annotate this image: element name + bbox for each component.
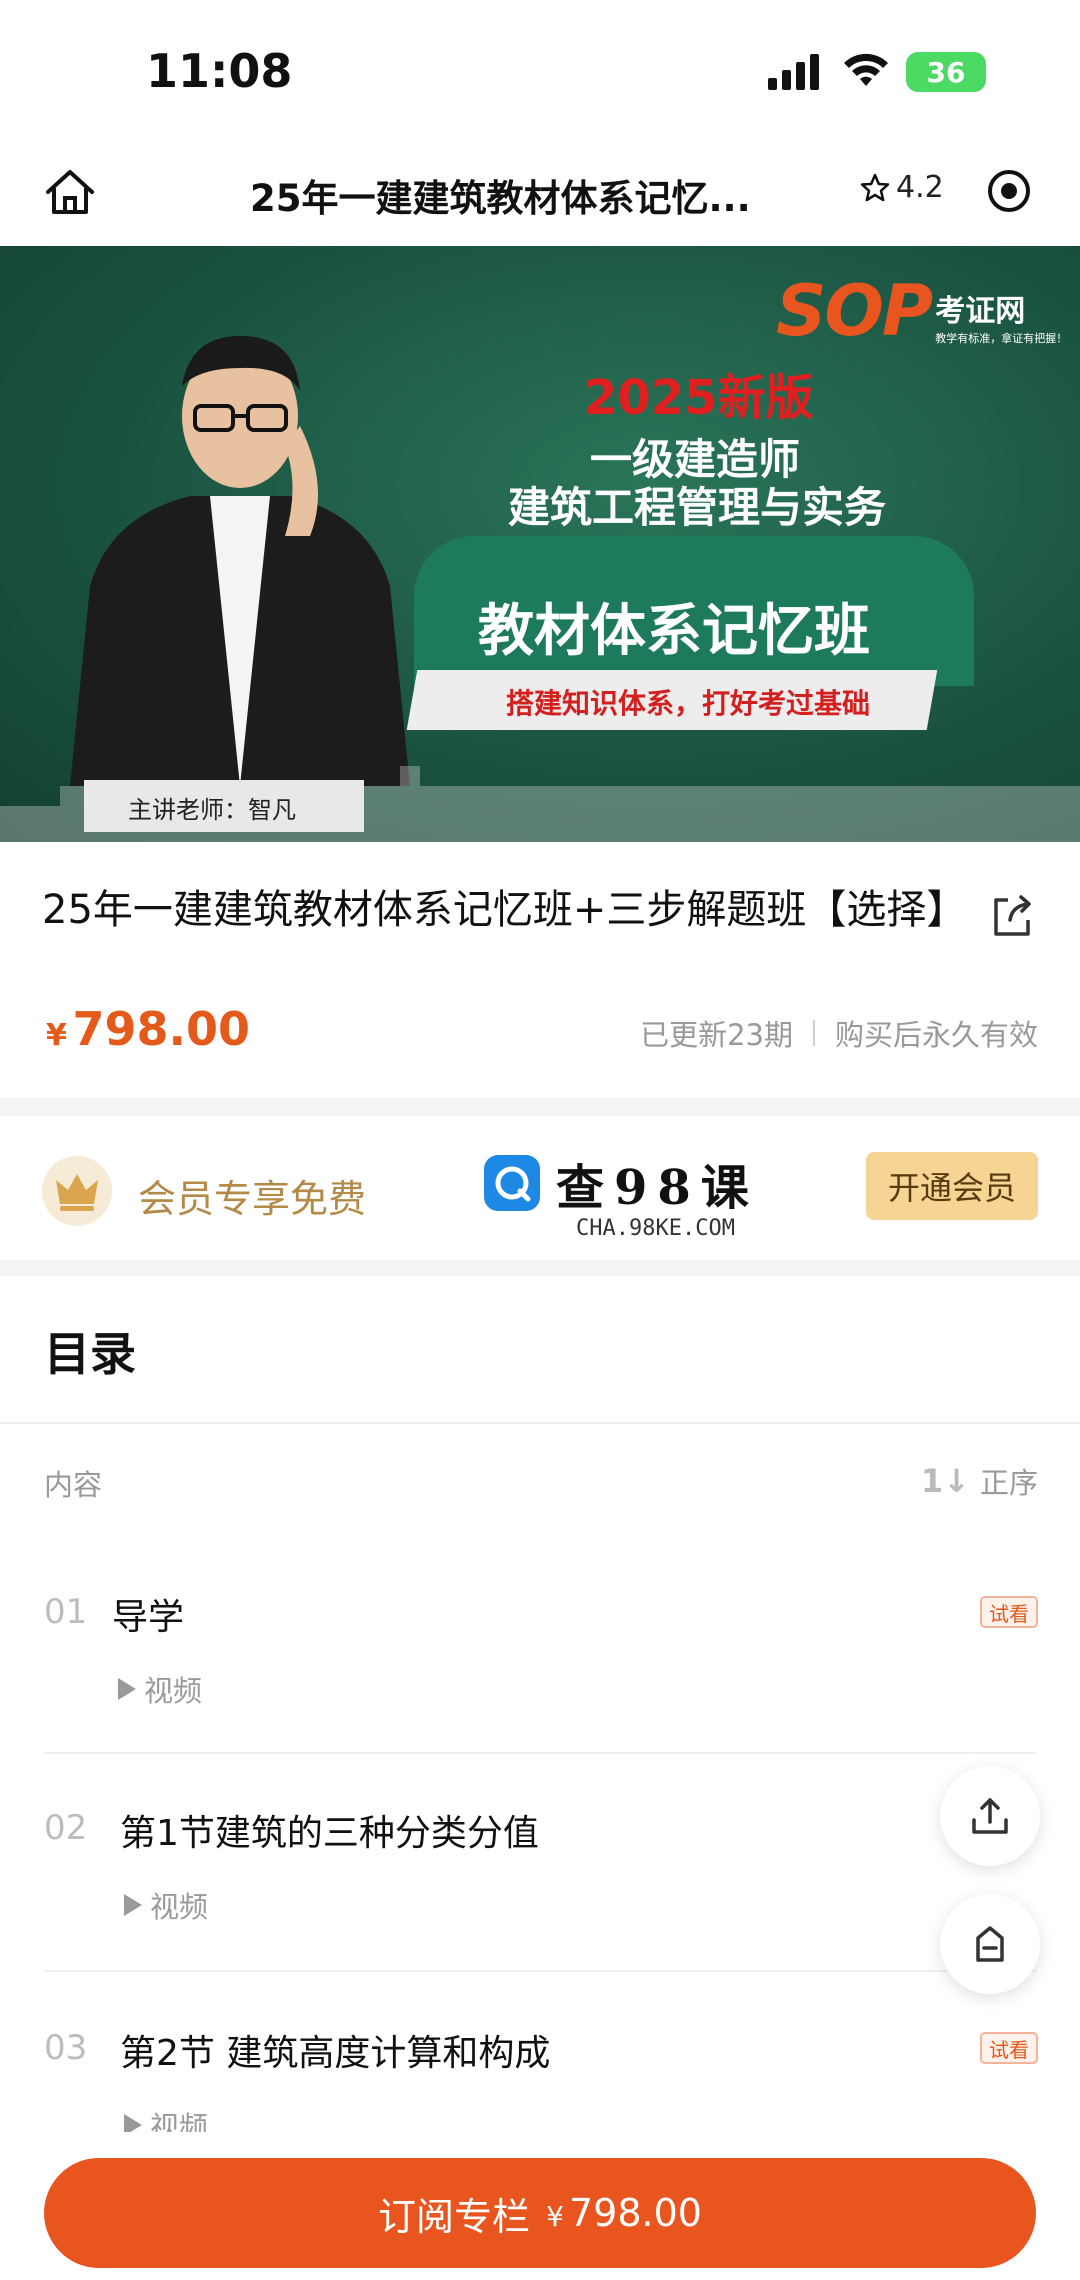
nav-bar: 25年一建建筑教材体系记忆... 4.2: [0, 140, 1080, 246]
float-share-button[interactable]: [940, 1766, 1040, 1866]
battery-indicator: 36: [906, 52, 986, 92]
sort-label: 正序: [979, 1466, 1038, 1500]
sort-icon: 1↓: [920, 1462, 970, 1500]
teacher-photo: [70, 336, 410, 786]
lesson-type: 视频: [118, 1668, 202, 1710]
page-title: 25年一建建筑教材体系记忆...: [250, 177, 751, 220]
lesson-item[interactable]: 02 第1节建筑的三种分类分值 视频: [0, 1808, 1080, 2028]
member-text: 会员专享免费: [138, 1177, 367, 1221]
lesson-item[interactable]: 01 导学 试看 视频: [0, 1592, 1080, 1812]
watermark: 查98课: [484, 1148, 759, 1218]
content-label: 内容: [44, 1468, 103, 1502]
signal-icon: [768, 54, 819, 90]
subscribe-price-value: 798.00: [568, 2191, 702, 2235]
rating[interactable]: 4.2: [860, 170, 944, 205]
lesson-title: 第1节建筑的三种分类分值: [120, 1813, 539, 1854]
lesson-title: 导学: [112, 1597, 185, 1638]
banner-year: 2025新版: [584, 370, 814, 426]
course-price: ¥ 798.00: [46, 1002, 250, 1056]
watermark-url: CHA.98KE.COM: [576, 1216, 735, 1241]
rating-value: 4.2: [896, 170, 944, 205]
member-banner: 会员专享免费 查98课 CHA.98KE.COM 开通会员: [0, 1116, 1080, 1260]
logo-cn: 考证网: [935, 294, 1026, 329]
teacher-label: 主讲老师：智凡: [128, 796, 296, 824]
catalog-heading: 目录: [44, 1327, 136, 1381]
subscribe-label: 订阅专栏: [378, 2194, 531, 2239]
lesson-type-label: 视频: [144, 1674, 203, 1708]
banner-subtitle: 搭建知识体系，打好考过基础: [506, 687, 871, 720]
battery-level: 36: [926, 55, 966, 89]
course-info: 25年一建建筑教材体系记忆班+三步解题班【选择】 ¥ 798.00 已更新23期…: [0, 842, 1080, 1098]
bag-icon: [976, 1926, 1004, 1962]
play-icon: [124, 1894, 142, 1916]
crown-icon: [42, 1156, 112, 1226]
share-icon[interactable]: [988, 892, 1036, 940]
bottom-bar: 订阅专栏 ¥ 798.00: [0, 2132, 1080, 2280]
float-back-top-button[interactable]: [940, 1894, 1040, 1994]
course-meta: 已更新23期 购买后永久有效: [640, 1012, 1038, 1054]
lesson-type-label: 视频: [150, 1890, 209, 1924]
play-icon: [118, 1678, 136, 1700]
watermark-text: 查98课: [556, 1160, 759, 1216]
subscribe-button[interactable]: 订阅专栏 ¥ 798.00: [44, 2158, 1036, 2268]
lesson-number: 03: [44, 2028, 88, 2068]
trial-badge: 试看: [980, 1596, 1038, 1628]
price-symbol: ¥: [46, 1018, 67, 1053]
update-count: 已更新23期: [640, 1018, 793, 1052]
home-icon[interactable]: [42, 164, 98, 220]
course-banner: SOP 考证网 教学有标准，拿证有把握！ 2025新版 一级建造师 建筑工程管理…: [0, 246, 1080, 842]
banner-line2: 建筑工程管理与实务: [508, 483, 887, 532]
lesson-divider: [44, 1752, 1036, 1754]
catalog-divider: [0, 1422, 1080, 1424]
validity-text: 购买后永久有效: [834, 1018, 1038, 1052]
lesson-type: 视频: [124, 1884, 208, 1926]
star-icon: [860, 173, 890, 201]
upload-icon: [972, 1798, 1008, 1834]
lesson-divider: [44, 1970, 1036, 1972]
subscribe-price: ¥ 798.00: [546, 2191, 702, 2235]
lesson-title: 第2节 建筑高度计算和构成: [120, 2033, 551, 2074]
lesson-number: 02: [44, 1808, 88, 1848]
sop-logo: SOP 考证网 教学有标准，拿证有把握！: [776, 276, 1067, 346]
status-time: 11:08: [146, 44, 293, 98]
wifi-icon: [844, 53, 888, 86]
join-member-button[interactable]: 开通会员: [866, 1152, 1038, 1220]
banner-main-title: 教材体系记忆班: [478, 599, 870, 664]
trial-badge: 试看: [980, 2032, 1038, 2064]
price-value: 798.00: [72, 1002, 250, 1056]
course-title: 25年一建建筑教材体系记忆班+三步解题班【选择】: [42, 887, 967, 933]
logo-slogan: 教学有标准，拿证有把握！: [935, 332, 1068, 345]
watermark-icon: [484, 1155, 540, 1211]
logo-text: SOP: [776, 270, 933, 352]
meta-divider: [812, 1020, 815, 1046]
status-bar: 11:08 36: [0, 0, 1080, 140]
target-icon[interactable]: [984, 166, 1034, 216]
catalog: 目录 内容 1↓ 正序 01 导学 试看 视频 02 第1节建筑的三种分类分值 …: [0, 1276, 1080, 2176]
lesson-number: 01: [44, 1592, 88, 1632]
sort-toggle[interactable]: 1↓ 正序: [921, 1460, 1038, 1502]
subscribe-price-symbol: ¥: [546, 2200, 564, 2233]
